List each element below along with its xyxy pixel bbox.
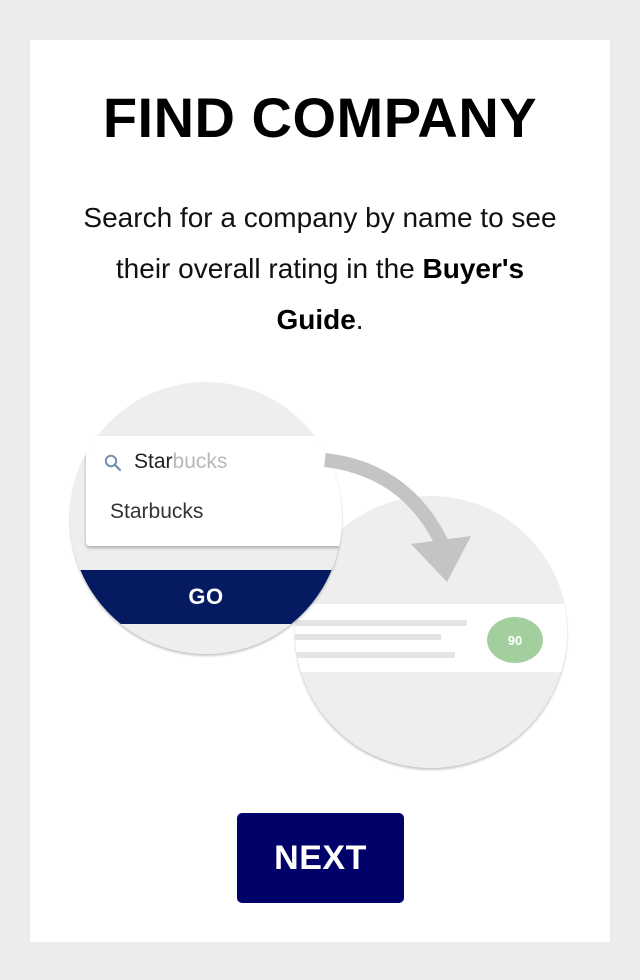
placeholder-line <box>295 634 441 640</box>
search-input-text: Starbucks <box>134 450 227 474</box>
suggestion-item: Starbucks <box>110 500 204 523</box>
next-button[interactable]: NEXT <box>237 813 404 903</box>
curved-arrow-icon <box>324 453 471 582</box>
onboarding-card: FIND COMPANY Search for a company by nam… <box>30 40 610 942</box>
next-button-label: NEXT <box>274 838 367 877</box>
search-icon <box>104 454 122 472</box>
go-bar: GO <box>70 570 342 624</box>
rating-score-badge: 90 <box>487 617 543 663</box>
placeholder-line <box>295 652 455 658</box>
search-circle: Starbucks Starbucks GO <box>70 382 342 654</box>
autocomplete-text: bucks <box>172 450 228 473</box>
go-label: GO <box>188 584 224 609</box>
typed-text: Star <box>134 450 173 473</box>
search-dropdown: Starbucks Starbucks <box>86 436 342 546</box>
illustration: 90 Starbucks Starbucks GO <box>30 40 610 942</box>
